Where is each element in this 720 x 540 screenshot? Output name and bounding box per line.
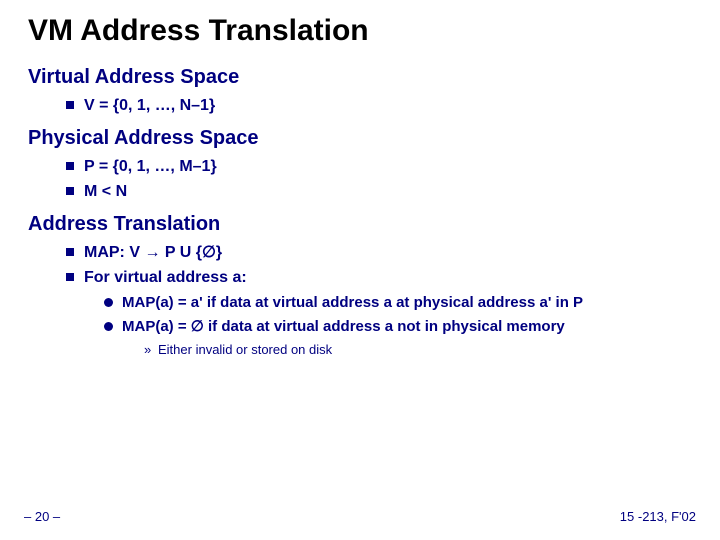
list-item: P = {0, 1, …, M–1} — [66, 156, 692, 178]
list-item: MAP: V → P U {∅} — [66, 242, 692, 264]
section-header-physical: Physical Address Space — [28, 127, 692, 150]
list-item: MAP(a) = a' if data at virtual address a… — [104, 293, 692, 313]
slide-number: – 20 – — [24, 509, 60, 524]
slide-title: VM Address Translation — [28, 14, 692, 48]
list-item-label: For virtual address a: — [84, 269, 247, 286]
list-item: V = {0, 1, …, N–1} — [66, 95, 692, 117]
footer: – 20 – 15 -213, F'02 — [24, 509, 696, 524]
list-translation: MAP: V → P U {∅} For virtual address a: … — [28, 242, 692, 359]
section-header-virtual: Virtual Address Space — [28, 66, 692, 89]
list-physical: P = {0, 1, …, M–1} M < N — [28, 156, 692, 203]
list-item-label: MAP(a) = ∅ if data at virtual address a … — [122, 318, 565, 335]
list-translation-sub2: Either invalid or stored on disk — [122, 341, 692, 359]
slide: VM Address Translation Virtual Address S… — [0, 0, 720, 540]
course-tag: 15 -213, F'02 — [620, 509, 696, 524]
list-virtual: V = {0, 1, …, N–1} — [28, 95, 692, 117]
section-header-translation: Address Translation — [28, 213, 692, 236]
list-item: M < N — [66, 181, 692, 203]
list-item: MAP(a) = ∅ if data at virtual address a … — [104, 317, 692, 359]
list-item: Either invalid or stored on disk — [144, 341, 692, 359]
list-item: For virtual address a: MAP(a) = a' if da… — [66, 267, 692, 359]
list-translation-sub: MAP(a) = a' if data at virtual address a… — [84, 293, 692, 359]
